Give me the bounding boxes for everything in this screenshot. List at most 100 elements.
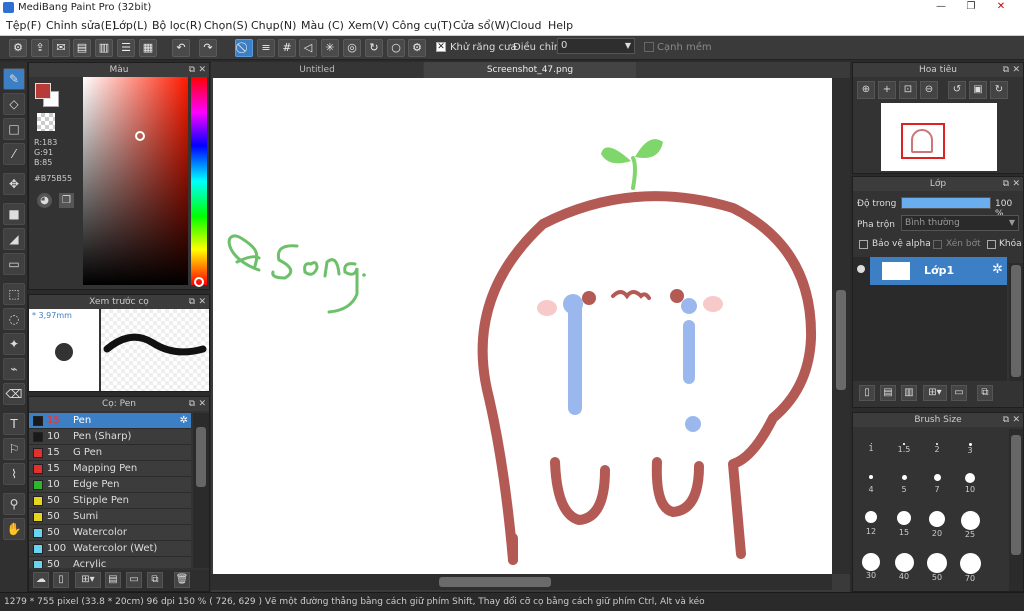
drawing-canvas[interactable] bbox=[213, 78, 832, 574]
circle-snap-icon[interactable]: ◎ bbox=[343, 39, 361, 57]
scroll-thumb[interactable] bbox=[1011, 265, 1021, 377]
zoom-plus-icon[interactable]: + bbox=[878, 81, 896, 99]
clipping-checkbox[interactable] bbox=[933, 240, 942, 249]
bucket-tool-icon[interactable]: ◢ bbox=[3, 228, 25, 250]
brush-size-cell[interactable]: 4 bbox=[855, 471, 887, 494]
gear-icon[interactable]: ✲ bbox=[180, 413, 188, 429]
undock-icon[interactable]: ⧉ bbox=[1003, 413, 1009, 427]
scroll-thumb[interactable] bbox=[1011, 435, 1021, 555]
brush-size-scrollbar[interactable] bbox=[1009, 429, 1023, 591]
chat-icon[interactable]: ✉ bbox=[52, 39, 70, 57]
zoom-in-icon[interactable]: ⊕ bbox=[857, 81, 875, 99]
brush-item[interactable]: 15 Mapping Pen bbox=[29, 461, 191, 477]
radial-snap-icon[interactable]: ✳ bbox=[321, 39, 339, 57]
brush-size-cell[interactable]: 70 bbox=[954, 553, 986, 583]
brush-item[interactable]: 100 Watercolor (Wet) bbox=[29, 541, 191, 557]
eraser-tool-icon[interactable]: ◇ bbox=[3, 93, 25, 115]
eyedropper-tool-icon[interactable]: ⚲ bbox=[3, 493, 25, 515]
close-icon[interactable]: ✕ bbox=[1012, 63, 1020, 77]
page-icon[interactable]: ▥ bbox=[95, 39, 113, 57]
brush-size-cell[interactable]: 10 bbox=[954, 471, 986, 494]
menu-cloud[interactable]: Cloud bbox=[510, 19, 541, 32]
tab-screenshot[interactable]: Screenshot_47.png bbox=[424, 62, 636, 78]
menu-edit[interactable]: Chỉnh sửa(E) bbox=[46, 19, 116, 32]
menu-color[interactable]: Màu (C) bbox=[301, 19, 344, 32]
brush-item[interactable]: 10 Pen (Sharp) bbox=[29, 429, 191, 445]
brush-size-cell[interactable]: 50 bbox=[921, 553, 953, 582]
blend-mode-select[interactable]: Bình thường ▼ bbox=[901, 215, 1019, 231]
brush-size-cell[interactable]: 30 bbox=[855, 553, 887, 580]
close-icon[interactable]: ✕ bbox=[198, 63, 206, 77]
lock-checkbox[interactable] bbox=[987, 240, 996, 249]
select-rect-tool-icon[interactable]: ⬚ bbox=[3, 283, 25, 305]
rectangle-tool-icon[interactable]: □ bbox=[3, 118, 25, 140]
brush-item[interactable]: 50 Acrylic bbox=[29, 557, 191, 568]
scroll-thumb[interactable] bbox=[439, 577, 551, 587]
line-tool-icon[interactable]: ⁄ bbox=[3, 143, 25, 165]
folder-icon[interactable]: ▭ bbox=[126, 572, 142, 588]
soft-edge-checkbox[interactable] bbox=[644, 42, 654, 52]
foreground-color-swatch[interactable] bbox=[35, 83, 51, 99]
move-tool-icon[interactable]: ✥ bbox=[3, 173, 25, 195]
new-layer-1bit-icon[interactable]: ▥ bbox=[901, 385, 917, 401]
fit-screen-icon[interactable]: ▣ bbox=[969, 81, 987, 99]
vanish-snap-icon[interactable]: ◁ bbox=[299, 39, 317, 57]
curve-snap-icon[interactable]: ↻ bbox=[365, 39, 383, 57]
scroll-thumb[interactable] bbox=[836, 290, 846, 390]
rotate-right-icon[interactable]: ↻ bbox=[990, 81, 1008, 99]
text-tool-icon[interactable]: T bbox=[3, 413, 25, 435]
fill-rect-tool-icon[interactable]: ■ bbox=[3, 203, 25, 225]
tab-untitled[interactable]: Untitled bbox=[211, 62, 423, 78]
brush-size-cell[interactable]: 20 bbox=[921, 511, 953, 538]
undock-icon[interactable]: ⧉ bbox=[189, 295, 195, 309]
duplicate-icon[interactable]: ⧉ bbox=[147, 572, 163, 588]
close-icon[interactable]: ✕ bbox=[1012, 177, 1020, 191]
brush-item[interactable]: 50 Watercolor bbox=[29, 525, 191, 541]
snap-off-icon[interactable]: ⃠ bbox=[235, 39, 253, 57]
menu-help[interactable]: Help bbox=[548, 19, 573, 32]
transparent-swatch[interactable] bbox=[37, 113, 55, 131]
layer-scrollbar[interactable] bbox=[1009, 263, 1023, 381]
close-icon[interactable]: ✕ bbox=[198, 295, 206, 309]
brush-list-scrollbar[interactable] bbox=[193, 413, 209, 568]
hue-cursor[interactable] bbox=[194, 277, 204, 287]
brush-size-cell[interactable]: 2 bbox=[921, 435, 953, 457]
maximize-button[interactable]: ❐ bbox=[958, 0, 984, 14]
undock-icon[interactable]: ⧉ bbox=[1003, 63, 1009, 77]
menu-tools[interactable]: Công cụ(T) bbox=[392, 19, 452, 32]
menu-snap[interactable]: Chụp(N) bbox=[251, 19, 296, 32]
select-eraser-tool-icon[interactable]: ⌫ bbox=[3, 383, 25, 405]
gear-tool-icon[interactable]: ⚙ bbox=[9, 39, 27, 57]
brush-item[interactable]: 15 G Pen bbox=[29, 445, 191, 461]
rotate-left-icon[interactable]: ↺ bbox=[948, 81, 966, 99]
brush-item[interactable]: 50 Stipple Pen bbox=[29, 493, 191, 509]
menu-view[interactable]: Xem(V) bbox=[348, 19, 389, 32]
folder-icon[interactable]: ▭ bbox=[951, 385, 967, 401]
scroll-thumb[interactable] bbox=[196, 427, 206, 487]
fit-icon[interactable]: ⊡ bbox=[899, 81, 917, 99]
brush-size-cell[interactable]: 5 bbox=[888, 471, 920, 494]
brush-item[interactable]: 15 Pen ✲ bbox=[29, 413, 191, 429]
list-icon[interactable]: ☰ bbox=[117, 39, 135, 57]
canvas-horizontal-scrollbar[interactable] bbox=[211, 574, 832, 590]
brush-size-cell[interactable]: 15 bbox=[888, 511, 920, 537]
color-picker-icon[interactable]: ❐ bbox=[59, 193, 74, 208]
brush-tool-icon[interactable]: ✎ bbox=[3, 68, 25, 90]
navigator-thumbnail[interactable] bbox=[881, 103, 997, 171]
cloud-brush-icon[interactable]: ☁ bbox=[33, 572, 49, 588]
undo-icon[interactable]: ↶ bbox=[172, 39, 190, 57]
opacity-slider[interactable] bbox=[901, 197, 991, 209]
brush-size-cell[interactable]: 1.5 bbox=[888, 435, 920, 457]
parallel-snap-icon[interactable]: ≡ bbox=[257, 39, 275, 57]
lasso-tool-icon[interactable]: ◌ bbox=[3, 308, 25, 330]
brush-size-cell[interactable]: 3 bbox=[954, 435, 986, 457]
menu-filter[interactable]: Bộ lọc(R) bbox=[152, 19, 202, 32]
brush-item[interactable]: 10 Edge Pen bbox=[29, 477, 191, 493]
close-icon[interactable]: ✕ bbox=[198, 397, 206, 411]
minimize-button[interactable]: — bbox=[928, 0, 954, 14]
undock-icon[interactable]: ⧉ bbox=[189, 397, 195, 411]
add-brush-icon[interactable]: ⊞▾ bbox=[75, 572, 101, 588]
brush-size-cell[interactable]: 40 bbox=[888, 553, 920, 581]
magic-wand-tool-icon[interactable]: ✦ bbox=[3, 333, 25, 355]
layer-row[interactable]: Lớp1 ✲ bbox=[870, 257, 1007, 285]
